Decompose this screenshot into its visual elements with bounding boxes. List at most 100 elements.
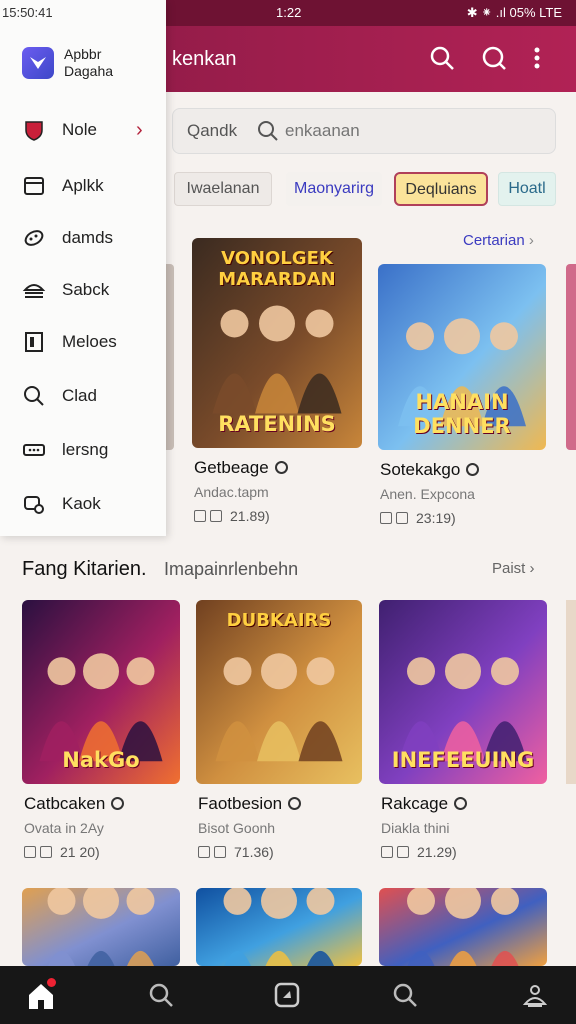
drawer-item-label: Clad: [62, 386, 97, 405]
game-title[interactable]: Rakcage: [381, 794, 468, 814]
game-title-text: Rakcage: [381, 794, 449, 813]
status-center-time: 1:22: [276, 5, 302, 20]
game-artwork[interactable]: VONOLGEK MARARDAN RATENINS: [192, 238, 362, 448]
download-icon: [396, 512, 408, 524]
game-title[interactable]: Catbcaken: [24, 794, 125, 814]
filter-chip[interactable]: Maonyarirg: [286, 172, 382, 206]
game-title[interactable]: Faotbesion: [198, 794, 302, 814]
drawer-item-meloes[interactable]: Meloes: [0, 320, 166, 364]
game-meta: 21.89): [194, 508, 270, 524]
search-bar[interactable]: Qandk: [172, 108, 556, 154]
search-icon: [22, 384, 46, 408]
game-title-text: Faotbesion: [198, 794, 283, 813]
drawer-item-label: Aplkk: [62, 176, 104, 195]
partial-card: [566, 600, 576, 784]
app-title: kenkan: [172, 48, 237, 70]
game-artwork[interactable]: NakGo: [22, 600, 180, 784]
storage-icon: [194, 510, 206, 522]
game-artwork[interactable]: [22, 888, 180, 966]
game-artwork[interactable]: [379, 888, 547, 966]
verified-icon: [466, 463, 480, 476]
drawer-item-clad[interactable]: Clad: [0, 374, 166, 418]
profile-icon[interactable]: [518, 978, 552, 1012]
filter-chip[interactable]: Deqluians: [394, 172, 488, 206]
more-vert-icon[interactable]: [532, 44, 542, 72]
game-artwork-logo: NakGo: [62, 748, 140, 772]
search-label: Qandk: [187, 121, 238, 140]
game-title[interactable]: Getbeage: [194, 458, 288, 478]
ticket-icon: [22, 438, 46, 462]
home-icon[interactable]: [24, 978, 58, 1012]
game-meta: 71.36): [198, 844, 274, 860]
drawer-item-label: damds: [62, 228, 114, 247]
game-title-text: Sotekakgo: [380, 460, 461, 479]
game-developer: Diakla thini: [381, 820, 450, 836]
drawer-item-label: Sabck: [62, 280, 110, 299]
game-rating: 21.29): [417, 844, 457, 860]
notification-badge: [47, 978, 56, 987]
stack-icon: [22, 278, 46, 302]
drawer-item-aplkk[interactable]: Aplkk: [0, 164, 166, 208]
shield-icon: [22, 118, 46, 142]
download-icon: [214, 846, 226, 858]
search-icon[interactable]: [480, 44, 508, 72]
verified-icon: [274, 461, 288, 474]
storage-icon: [380, 512, 392, 524]
game-developer: Ovata in 2Ay: [24, 820, 104, 836]
game-rating: 71.36): [234, 844, 274, 860]
chevron-right-icon: ›: [529, 560, 535, 577]
search-input[interactable]: [285, 117, 545, 145]
game-meta: 21.29): [381, 844, 457, 860]
bottom-navigation: [0, 966, 576, 1024]
section2-title: Fang Kitarien.: [22, 558, 147, 580]
game-artwork[interactable]: DUBKAIRS: [196, 600, 362, 784]
search-icon[interactable]: [144, 978, 178, 1012]
search-icon[interactable]: [388, 978, 422, 1012]
app-logo: [22, 47, 54, 79]
game-artwork[interactable]: HANAIN DENNER: [378, 264, 546, 450]
partial-card: [566, 264, 576, 450]
status-icons: ✱ ⁕ .ıl 05% LTE: [466, 5, 562, 20]
drawer-item-damds[interactable]: damds: [0, 216, 166, 260]
game-artwork-logo: INEFEEUING: [391, 748, 535, 772]
document-icon: [22, 330, 46, 354]
verified-icon: [454, 797, 468, 810]
drawer-item-lersng[interactable]: lersng: [0, 428, 166, 472]
game-developer: Andac.tapm: [194, 484, 269, 500]
game-artwork-logo: HANAIN DENNER: [413, 390, 511, 438]
game-artwork[interactable]: [196, 888, 362, 966]
game-artwork-title: DUBKAIRS: [226, 610, 332, 631]
game-rating: 21.89): [230, 508, 270, 524]
drawer-brand-line1: Apbbr: [64, 46, 102, 62]
section2-link-label: Paist: [492, 560, 526, 577]
chevron-right-icon: ›: [136, 119, 143, 141]
download-icon: [397, 846, 409, 858]
download-icon: [40, 846, 52, 858]
drawer-item-label: Meloes: [62, 332, 117, 351]
section1-link[interactable]: Certarian ›: [463, 232, 534, 249]
section2-subtitle: Imapainrlenbehn: [164, 559, 299, 579]
game-title[interactable]: Sotekakgo: [380, 460, 480, 480]
controller-icon: [22, 226, 46, 250]
drawer-item-kaok[interactable]: Kaok: [0, 482, 166, 526]
game-title-text: Catbcaken: [24, 794, 106, 813]
storage-icon: [198, 846, 210, 858]
drawer-brand-line2: Dagaha: [64, 63, 114, 79]
verified-icon: [288, 797, 302, 810]
search-icon: [257, 120, 279, 142]
filter-chip[interactable]: Iwaelanan: [174, 172, 272, 206]
game-developer: Anen. Expcona: [380, 486, 475, 502]
section1-link-label: Certarian: [463, 232, 525, 249]
app-icon[interactable]: [270, 978, 304, 1012]
verified-icon: [111, 797, 125, 810]
filter-chip[interactable]: Hoatl: [498, 172, 556, 206]
drawer-status-time: 15:50:41: [2, 5, 53, 20]
section2-link[interactable]: Paist ›: [492, 560, 535, 577]
game-artwork[interactable]: INEFEEUING: [379, 600, 547, 784]
search-icon[interactable]: [428, 44, 456, 72]
drawer-item-sabck[interactable]: Sabck: [0, 268, 166, 312]
drawer-item-nole[interactable]: Nole ›: [0, 108, 166, 152]
navigation-drawer: 15:50:41 Apbbr Dagaha Nole › Aplkk damds Sab…: [0, 0, 166, 536]
settings-icon: [22, 492, 46, 516]
game-title-text: Getbeage: [194, 458, 269, 477]
